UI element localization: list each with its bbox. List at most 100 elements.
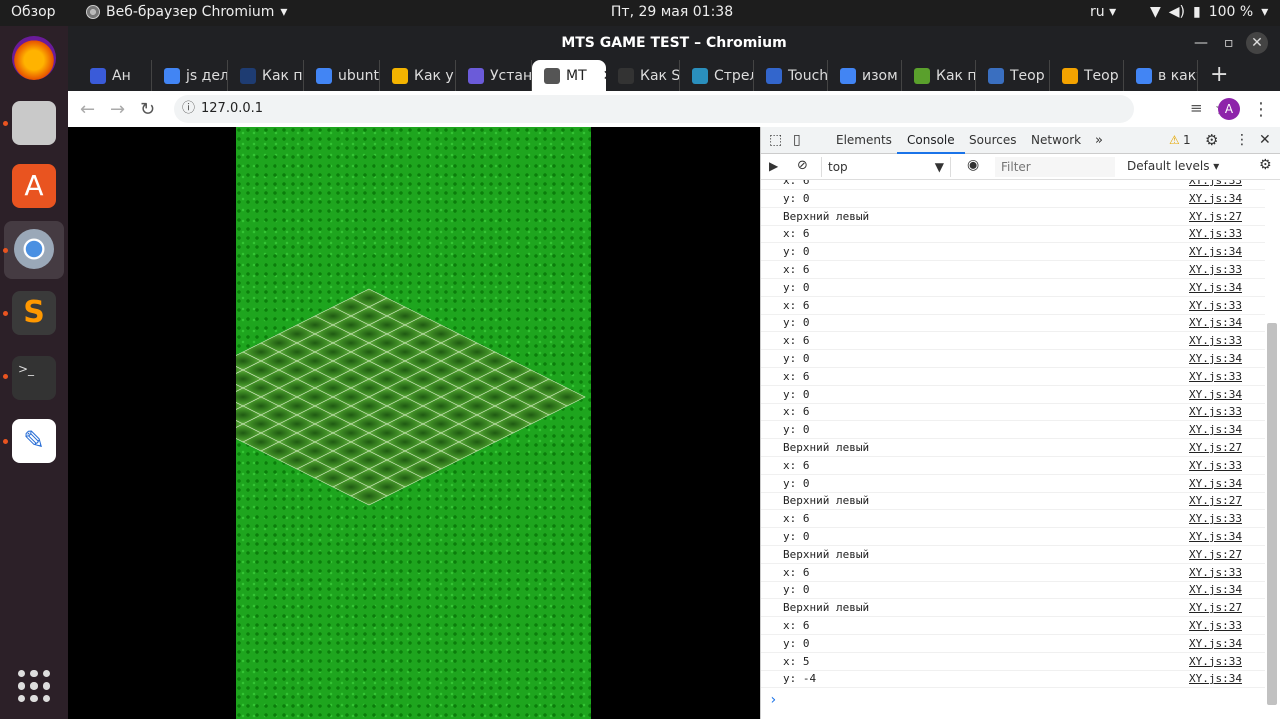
maximize-button[interactable]: ▫ bbox=[1224, 26, 1234, 60]
browser-tab[interactable]: Теор bbox=[976, 60, 1050, 91]
console-source-link[interactable]: XY.js:27 bbox=[1189, 208, 1242, 225]
browser-tab[interactable]: изом bbox=[828, 60, 902, 91]
tab-label: Как у bbox=[414, 67, 454, 84]
console-source-link[interactable]: XY.js:27 bbox=[1189, 599, 1242, 616]
browser-tab[interactable]: Устан bbox=[456, 60, 532, 91]
console-scrollbar[interactable] bbox=[1267, 323, 1277, 705]
browser-tab[interactable]: Как у bbox=[380, 60, 456, 91]
console-source-link[interactable]: XY.js:33 bbox=[1189, 180, 1242, 189]
tab-sources[interactable]: Sources bbox=[969, 127, 1016, 154]
warning-icon[interactable]: ⚠ bbox=[1169, 127, 1180, 154]
reload-button[interactable]: ↻ bbox=[140, 99, 155, 120]
log-levels-dropdown[interactable]: Default levels ▾ bbox=[1127, 159, 1219, 173]
console-message-text: x: 6 bbox=[783, 298, 810, 312]
new-tab-button[interactable]: + bbox=[1210, 62, 1228, 87]
console-message-row: x: 6 XY.js:33 bbox=[761, 225, 1265, 244]
browser-tab[interactable]: Touch bbox=[754, 60, 828, 91]
console-source-link[interactable]: XY.js:34 bbox=[1189, 279, 1242, 296]
console-source-link[interactable]: XY.js:33 bbox=[1189, 368, 1242, 385]
devtools-menu-icon[interactable]: ⋮ bbox=[1235, 127, 1249, 154]
settings-gear-icon[interactable]: ⚙ bbox=[1205, 127, 1218, 154]
forward-button[interactable]: → bbox=[110, 99, 125, 120]
game-canvas[interactable] bbox=[236, 127, 591, 719]
browser-tab[interactable]: Теор bbox=[1050, 60, 1124, 91]
tab-console[interactable]: Console bbox=[897, 127, 965, 154]
browser-tab[interactable]: Стрел bbox=[680, 60, 754, 91]
browser-tab[interactable]: в каку bbox=[1124, 60, 1198, 91]
console-source-link[interactable]: XY.js:34 bbox=[1189, 581, 1242, 598]
browser-tab[interactable]: Как п bbox=[228, 60, 304, 91]
console-message-row: x: 6 XY.js:33 bbox=[761, 332, 1265, 351]
console-filter-input[interactable] bbox=[995, 157, 1115, 177]
show-apps-icon[interactable] bbox=[18, 670, 50, 702]
system-tray[interactable]: ▼ ◀) ▮ 100 % ▾ bbox=[1150, 4, 1268, 20]
terminal-icon[interactable]: >_ bbox=[12, 356, 56, 400]
console-source-link[interactable]: XY.js:33 bbox=[1189, 332, 1242, 349]
tab-network[interactable]: Network bbox=[1031, 127, 1081, 154]
clear-console-icon[interactable]: ⊘ bbox=[797, 158, 808, 173]
device-toolbar-icon[interactable]: ▯ bbox=[793, 127, 801, 154]
console-source-link[interactable]: XY.js:34 bbox=[1189, 190, 1242, 207]
browser-tab[interactable]: MT✕ bbox=[532, 60, 606, 91]
console-message-text: y: 0 bbox=[783, 476, 810, 490]
chromium-dock-item[interactable] bbox=[4, 221, 64, 279]
browser-tab[interactable]: js дел bbox=[152, 60, 228, 91]
back-button[interactable]: ← bbox=[80, 99, 95, 120]
console-message-text: x: 6 bbox=[783, 369, 810, 383]
files-icon[interactable] bbox=[12, 101, 56, 145]
browser-tab[interactable]: Ан bbox=[78, 60, 152, 91]
console-source-link[interactable]: XY.js:33 bbox=[1189, 653, 1242, 670]
sidebar-toggle-icon[interactable]: ▶︎ bbox=[769, 159, 778, 173]
close-devtools-icon[interactable]: ✕ bbox=[1259, 127, 1271, 154]
console-source-link[interactable]: XY.js:34 bbox=[1189, 475, 1242, 492]
context-selector[interactable]: top ▼ bbox=[821, 157, 951, 177]
firefox-icon[interactable] bbox=[12, 36, 56, 80]
console-settings-gear-icon[interactable]: ⚙ bbox=[1259, 157, 1272, 173]
language-indicator[interactable]: ru ▾ bbox=[1090, 4, 1116, 20]
tab-elements[interactable]: Elements bbox=[836, 127, 892, 154]
context-label: top bbox=[828, 160, 848, 174]
console-source-link[interactable]: XY.js:34 bbox=[1189, 528, 1242, 545]
console-source-link[interactable]: XY.js:33 bbox=[1189, 297, 1242, 314]
text-editor-icon[interactable]: ✎ bbox=[12, 419, 56, 463]
console-source-link[interactable]: XY.js:34 bbox=[1189, 421, 1242, 438]
browser-tab[interactable]: ubunt bbox=[304, 60, 380, 91]
tab-favicon-icon bbox=[988, 67, 1004, 84]
warning-count[interactable]: 1 bbox=[1183, 127, 1191, 154]
more-tabs-icon[interactable]: » bbox=[1095, 127, 1103, 154]
console-prompt[interactable]: › bbox=[769, 692, 777, 708]
address-bar[interactable]: ⓘ 127.0.0.1 ☆ bbox=[174, 95, 1230, 123]
console-source-link[interactable]: XY.js:33 bbox=[1189, 564, 1242, 581]
software-center-icon[interactable]: A bbox=[12, 164, 56, 208]
console-source-link[interactable]: XY.js:34 bbox=[1189, 350, 1242, 367]
console-source-link[interactable]: XY.js:34 bbox=[1189, 243, 1242, 260]
console-source-link[interactable]: XY.js:34 bbox=[1189, 635, 1242, 652]
browser-tab[interactable]: Как S bbox=[606, 60, 680, 91]
console-source-link[interactable]: XY.js:33 bbox=[1189, 225, 1242, 242]
console-source-link[interactable]: XY.js:27 bbox=[1189, 546, 1242, 563]
media-controls-icon[interactable]: ≡ bbox=[1190, 99, 1203, 117]
console-source-link[interactable]: XY.js:34 bbox=[1189, 314, 1242, 331]
browser-menu-icon[interactable]: ⋮ bbox=[1252, 99, 1270, 120]
console-message-row: y: 0 XY.js:34 bbox=[761, 475, 1265, 493]
minimize-button[interactable]: — bbox=[1194, 26, 1208, 60]
clock[interactable]: Пт, 29 мая 01:38 bbox=[0, 4, 1280, 20]
dock: A S >_ ✎ bbox=[0, 26, 68, 719]
browser-tab[interactable]: Как п bbox=[902, 60, 976, 91]
sublime-text-icon[interactable]: S bbox=[12, 291, 56, 335]
console-source-link[interactable]: XY.js:27 bbox=[1189, 492, 1242, 509]
console-toolbar: ▶︎ ⊘ top ▼ ◉ Default levels ▾ ⚙ bbox=[761, 154, 1280, 180]
profile-avatar[interactable]: A bbox=[1218, 98, 1240, 120]
console-source-link[interactable]: XY.js:33 bbox=[1189, 510, 1242, 527]
inspect-element-icon[interactable]: ⬚ bbox=[769, 127, 782, 154]
console-source-link[interactable]: XY.js:27 bbox=[1189, 439, 1242, 456]
console-source-link[interactable]: XY.js:34 bbox=[1189, 386, 1242, 403]
chevron-down-icon: ▼ bbox=[934, 160, 944, 174]
close-window-button[interactable]: ✕ bbox=[1246, 32, 1268, 54]
console-source-link[interactable]: XY.js:33 bbox=[1189, 617, 1242, 634]
live-expression-eye-icon[interactable]: ◉ bbox=[967, 157, 979, 173]
console-source-link[interactable]: XY.js:33 bbox=[1189, 261, 1242, 278]
console-source-link[interactable]: XY.js:34 bbox=[1189, 670, 1242, 687]
console-source-link[interactable]: XY.js:33 bbox=[1189, 457, 1242, 474]
console-source-link[interactable]: XY.js:33 bbox=[1189, 403, 1242, 420]
